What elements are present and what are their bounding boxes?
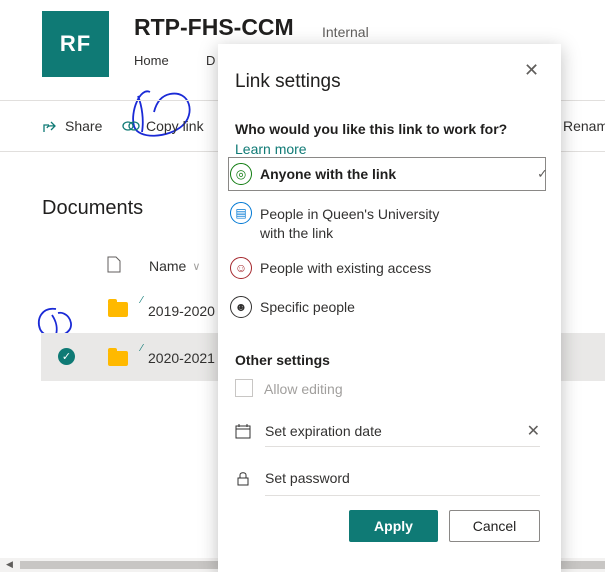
name-header-label: Name [149,258,187,274]
copy-link-command[interactable]: Copy link [122,118,204,134]
person-add-icon: ☻ [230,296,252,318]
password-underline [265,495,540,496]
nav-documents[interactable]: D [206,53,215,68]
file-type-icon [107,256,121,273]
site-logo-initials: RF [59,31,92,56]
building-icon: ▤ [230,202,252,224]
option-label: People in Queen's University [260,206,440,222]
option-label: Anyone with the link [260,166,397,182]
close-icon[interactable]: ✕ [524,60,539,81]
copy-link-label: Copy link [146,118,204,134]
option-label: Specific people [260,299,355,315]
name-column-header[interactable]: Name ∨ [149,258,200,274]
file-name[interactable]: 2020-2021 [148,350,215,366]
site-logo[interactable]: RF [42,11,109,77]
list-item[interactable] [108,348,128,366]
site-title[interactable]: RTP-FHS-CCM [134,14,294,41]
share-icon [43,121,56,132]
panel-title: Link settings [235,71,341,92]
lock-icon [237,472,249,486]
audience-question: Who would you like this link to work for… [235,121,508,137]
site-badge: Internal [322,24,369,40]
option-specific-people[interactable]: ☻ Specific people [230,296,548,318]
expiration-placeholder: Set expiration date [265,423,382,439]
apply-button[interactable]: Apply [349,510,438,542]
new-indicator-icon: ⁄ [141,343,143,354]
scribble-annotation [132,90,191,137]
option-text: People in Queen's University with the li… [260,202,439,243]
documents-title: Documents [42,197,144,219]
expiration-date-field[interactable]: Set expiration date ✕ [235,421,540,441]
expiration-underline [265,446,540,447]
chevron-down-icon: ∨ [192,260,201,273]
new-indicator-icon: ⁄ [141,295,143,306]
clear-date-icon[interactable]: ✕ [527,421,540,441]
learn-more-link[interactable]: Learn more [235,141,307,157]
link-icon [122,121,140,131]
option-label-line2: with the link [260,225,334,241]
link-settings-panel: Link settings ✕ Who would you like this … [218,44,561,572]
share-command[interactable]: Share [42,118,102,134]
password-field[interactable]: Set password [235,470,540,486]
option-label: People with existing access [260,260,432,276]
allow-editing-label: Allow editing [264,381,343,397]
cancel-button[interactable]: Cancel [449,510,540,542]
globe-icon: ◎ [230,163,252,185]
share-label: Share [65,118,103,134]
password-placeholder: Set password [265,470,350,486]
nav-home[interactable]: Home [134,53,169,68]
calendar-icon [235,424,251,439]
rename-label: Renam [563,118,605,134]
other-settings-heading: Other settings [235,352,330,368]
scroll-left-icon[interactable]: ◀ [6,559,13,570]
list-item[interactable] [108,299,128,317]
option-organization[interactable]: ▤ People in Queen's University with the … [230,202,548,243]
file-name[interactable]: 2019-2020 [148,303,215,319]
option-existing-access[interactable]: ☺ People with existing access [230,257,548,279]
check-circle-icon[interactable]: ✓ [58,348,75,365]
option-anyone[interactable]: ◎ Anyone with the link ✓ [230,163,548,185]
rename-command[interactable]: Renam [563,118,605,134]
check-icon: ✓ [537,166,548,181]
folder-icon [108,299,128,317]
allow-editing-checkbox[interactable] [235,379,253,397]
people-icon: ☺ [230,257,252,279]
folder-icon [108,348,128,366]
